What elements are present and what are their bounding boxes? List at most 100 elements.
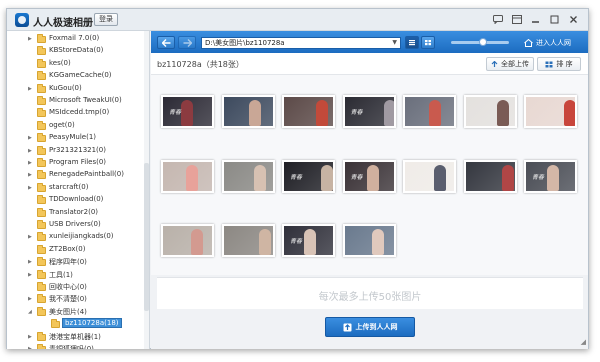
tree-item[interactable]: KGGameCache(0) [7, 70, 147, 82]
photo-thumbnail[interactable]: 青春 [282, 159, 335, 193]
tree-item-label: 青铜狐狸吗(0) [49, 345, 94, 349]
photo-subject [191, 229, 203, 255]
large-view-button[interactable] [405, 36, 419, 49]
tree-item[interactable]: ZT2Box(0) [7, 244, 147, 256]
tree-item[interactable]: ▶ 我不清楚(0) [7, 293, 147, 305]
folder-tree[interactable]: ▶ Foxmail 7.0(0) KBStoreData(0) kes(0) KGGam… [7, 31, 150, 349]
tree-item[interactable]: ▶ starcraft(0) [7, 182, 147, 194]
sort-button[interactable]: 排 序 [537, 57, 581, 71]
expand-arrow-icon[interactable]: ▶ [28, 36, 34, 42]
tree-item[interactable]: oget(0) [7, 120, 147, 132]
expand-arrow-icon[interactable]: ▶ [28, 346, 34, 349]
expand-arrow-icon[interactable]: ▶ [28, 86, 34, 92]
tree-item[interactable]: ▶ Program Files(0) [7, 157, 147, 169]
enter-renren-button[interactable]: 进入人人网 [520, 35, 584, 50]
close-icon[interactable] [565, 12, 582, 27]
tree-item[interactable]: ▶ 港港宝单机器(1) [7, 331, 147, 343]
expand-arrow-icon[interactable]: ▶ [28, 135, 34, 141]
tree-item[interactable]: ▶ Pr321321321(0) [7, 145, 147, 157]
tree-item-label: PeasyMule(1) [49, 133, 97, 142]
skin-icon[interactable] [508, 12, 525, 27]
upload-all-button[interactable]: 全部上传 [486, 57, 534, 71]
expand-arrow-icon[interactable]: ▶ [28, 148, 34, 154]
upload-to-renren-button[interactable]: 上传到人人网 [325, 317, 415, 337]
grid-view-button[interactable] [421, 36, 435, 49]
tree-item[interactable]: TDDownload(0) [7, 194, 147, 206]
tree-item[interactable]: MSIdcedd.tmp(0) [7, 107, 147, 119]
folder-icon [37, 232, 46, 242]
photo-subject [321, 164, 333, 191]
tree-item[interactable]: KBStoreData(0) [7, 45, 147, 57]
tree-item[interactable]: ▶ PeasyMule(1) [7, 132, 147, 144]
photo-thumbnail[interactable] [221, 224, 275, 257]
expanded-arrow-icon[interactable]: ◢ [28, 309, 34, 315]
login-button[interactable]: 登录 [94, 13, 118, 26]
photo-signature: 青春 [290, 238, 303, 245]
tree-item[interactable]: ▶ RenegadePaintball(0) [7, 169, 147, 181]
photo-thumbnail[interactable] [342, 224, 396, 257]
tree-item[interactable]: ▶ 程序四年(0) [7, 256, 147, 268]
tree-item[interactable]: ▶ 青铜狐狸吗(0) [7, 343, 147, 349]
tree-item-label: USB Drivers(0) [49, 220, 101, 228]
tree-item[interactable]: ▶ Foxmail 7.0(0) [7, 33, 147, 45]
app-title: 人人极速相册 [33, 18, 93, 29]
photo-thumbnail[interactable]: 青春 [161, 95, 214, 128]
sort-label: 排 序 [556, 60, 573, 68]
tree-item-label: TDDownload(0) [49, 195, 104, 204]
tree-item[interactable]: kes(0) [7, 58, 147, 70]
tree-item[interactable]: ▶ xunleijiangkads(0) [7, 231, 147, 243]
enter-renren-label: 进入人人网 [536, 38, 571, 47]
path-input[interactable]: D:\美女图片\bz110728a ▼ [201, 37, 401, 49]
photo-thumbnail[interactable]: 青春 [342, 159, 396, 193]
expand-arrow-icon[interactable]: ▶ [28, 185, 34, 191]
tree-item[interactable]: Microsoft TweakUI(0) [7, 95, 147, 107]
expand-arrow-icon[interactable]: ▶ [28, 296, 34, 302]
expand-arrow-icon[interactable]: ▶ [28, 172, 34, 178]
path-dropdown-icon[interactable]: ▼ [392, 38, 397, 48]
photo-thumbnail[interactable]: 青春 [342, 95, 396, 128]
photo-thumbnail[interactable] [403, 159, 456, 193]
folder-icon [37, 83, 46, 93]
tree-item[interactable]: USB Drivers(0) [7, 219, 147, 231]
main-toolbar: D:\美女图片\bz110728a ▼ 进入人人网 [151, 31, 588, 53]
expand-arrow-icon[interactable]: ▶ [28, 272, 34, 278]
photo-thumbnail[interactable] [282, 95, 335, 128]
expand-arrow-icon[interactable]: ▶ [28, 160, 34, 166]
drop-zone[interactable]: 每次最多上传50张图片 [157, 277, 583, 309]
photo-subject [383, 100, 394, 126]
photo-subject [371, 229, 384, 255]
photo-thumbnail[interactable] [524, 95, 577, 128]
photo-thumbnail[interactable] [221, 159, 275, 193]
expand-arrow-icon[interactable]: ▶ [28, 334, 34, 340]
tree-item[interactable]: bz110728a(18) [7, 318, 147, 330]
photo-thumbnail[interactable] [403, 95, 456, 128]
photo-thumbnail[interactable]: 青春 [524, 159, 577, 193]
zoom-slider[interactable] [451, 38, 509, 46]
back-button[interactable] [157, 36, 175, 49]
minimize-icon[interactable] [527, 12, 544, 27]
folder-icon [37, 331, 46, 341]
expand-arrow-icon[interactable]: ▶ [28, 234, 34, 240]
expand-arrow-icon[interactable]: ▶ [28, 259, 34, 265]
photo-thumbnail[interactable] [463, 95, 517, 128]
photo-gallery: 青春 青春 青春 青春 青春 青春 [151, 75, 588, 275]
tree-item[interactable]: ▶ KuGou(0) [7, 83, 147, 95]
tree-item[interactable]: ▶ 工具(1) [7, 269, 147, 281]
chat-icon[interactable] [489, 12, 506, 27]
photo-thumbnail[interactable] [161, 159, 214, 193]
tree-item[interactable]: 回收中心(0) [7, 281, 147, 293]
resize-grip-icon[interactable]: ◢ [581, 338, 586, 346]
tree-item[interactable]: ◢ 美女图片(4) [7, 306, 147, 318]
photo-thumbnail[interactable] [161, 224, 214, 257]
zoom-slider-knob[interactable] [479, 38, 487, 46]
photo-thumbnail[interactable]: 青春 [282, 224, 335, 257]
maximize-icon[interactable] [546, 12, 563, 27]
photo-thumbnail[interactable] [221, 95, 275, 128]
tree-item[interactable]: Translator2(0) [7, 207, 147, 219]
tree-item-label: 我不清楚(0) [49, 295, 87, 304]
upload-all-label: 全部上传 [501, 60, 529, 68]
tree-item-label: 程序四年(0) [49, 258, 87, 267]
tree-item-label: MSIdcedd.tmp(0) [49, 108, 110, 117]
forward-button[interactable] [178, 36, 196, 49]
photo-thumbnail[interactable] [463, 159, 517, 193]
